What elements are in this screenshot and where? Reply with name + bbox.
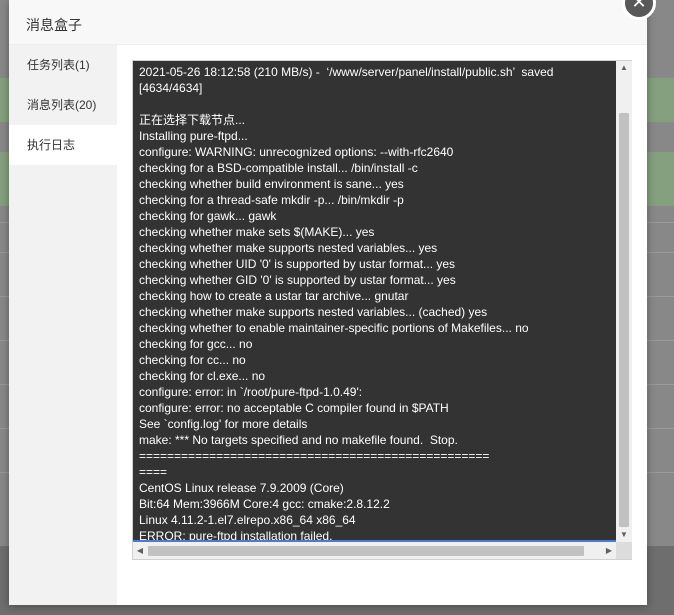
log-line: checking for cl.exe... no — [139, 369, 266, 383]
horizontal-scrollbar[interactable]: ◀ ▶ — [133, 542, 616, 559]
log-line: Bit:64 Mem:3966M Core:4 gcc: cmake:2.8.1… — [139, 497, 390, 511]
log-line: checking for gawk... gawk — [139, 209, 277, 223]
sidebar-item-tasks[interactable]: 任务列表(1) — [9, 45, 117, 85]
log-line: configure: WARNING: unrecognized options… — [139, 145, 454, 159]
log-line: checking for a BSD-compatible install...… — [139, 161, 418, 175]
log-line: ERROR: pure-ftpd installation failed. — [139, 529, 333, 542]
log-line: checking for gcc... no — [139, 337, 253, 351]
log-line: See `config.log' for more details — [139, 417, 308, 431]
log-line: Linux 4.11.2-1.el7.elrepo.x86_64 x86_64 — [139, 513, 356, 527]
log-line: checking whether to enable maintainer-sp… — [139, 321, 529, 335]
scroll-up-icon[interactable]: ▲ — [616, 61, 632, 75]
log-line: ========================================… — [139, 449, 490, 463]
vertical-scrollbar[interactable]: ▲ ▼ — [616, 61, 632, 542]
log-line: configure: error: no acceptable C compil… — [139, 401, 449, 415]
sidebar-item-messages[interactable]: 消息列表(20) — [9, 85, 117, 125]
log-line: checking for a thread-safe mkdir -p... /… — [139, 193, 404, 207]
log-line: checking whether make supports nested va… — [139, 305, 488, 319]
log-line: Installing pure-ftpd... — [139, 129, 248, 143]
log-line: checking for cc... no — [139, 353, 246, 367]
log-line: configure: error: in `/root/pure-ftpd-1.… — [139, 385, 363, 399]
execution-log-output[interactable]: 2021-05-26 18:12:58 (210 MB/s) - ‘/www/s… — [133, 61, 616, 542]
scrollbar-corner — [616, 542, 632, 559]
vertical-scroll-thumb[interactable] — [619, 113, 629, 527]
dialog-content: 2021-05-26 18:12:58 (210 MB/s) - ‘/www/s… — [117, 45, 647, 605]
log-line: checking whether build environment is sa… — [139, 177, 404, 191]
log-line: ==== — [139, 465, 168, 479]
log-line: 2021-05-26 18:12:58 (210 MB/s) - ‘/www/s… — [139, 65, 554, 79]
log-line: checking whether UID '0' is supported by… — [139, 257, 456, 271]
log-line: CentOS Linux release 7.9.2009 (Core) — [139, 481, 344, 495]
log-line: checking whether GID '0' is supported by… — [139, 273, 456, 287]
log-line: [4634/4634] — [139, 81, 203, 95]
log-line: checking whether make sets $(MAKE)... ye… — [139, 225, 375, 239]
scroll-down-icon[interactable]: ▼ — [616, 528, 632, 542]
log-frame: 2021-05-26 18:12:58 (210 MB/s) - ‘/www/s… — [132, 60, 632, 560]
horizontal-scroll-thumb[interactable] — [148, 546, 584, 556]
log-line: checking how to create a ustar tar archi… — [139, 289, 409, 303]
log-line: checking whether make supports nested va… — [139, 241, 438, 255]
message-box-dialog: 消息盒子 任务列表(1) 消息列表(20) 执行日志 2021-05-26 18… — [9, 0, 647, 605]
dialog-header: 消息盒子 — [9, 0, 647, 45]
dialog-sidebar: 任务列表(1) 消息列表(20) 执行日志 — [9, 45, 117, 605]
sidebar-item-execution-log[interactable]: 执行日志 — [9, 125, 117, 165]
dialog-title: 消息盒子 — [26, 17, 82, 33]
log-line: 正在选择下载节点... — [139, 113, 246, 127]
scroll-left-icon[interactable]: ◀ — [133, 542, 147, 559]
log-line: make: *** No targets specified and no ma… — [139, 433, 458, 447]
scroll-right-icon[interactable]: ▶ — [602, 542, 616, 559]
